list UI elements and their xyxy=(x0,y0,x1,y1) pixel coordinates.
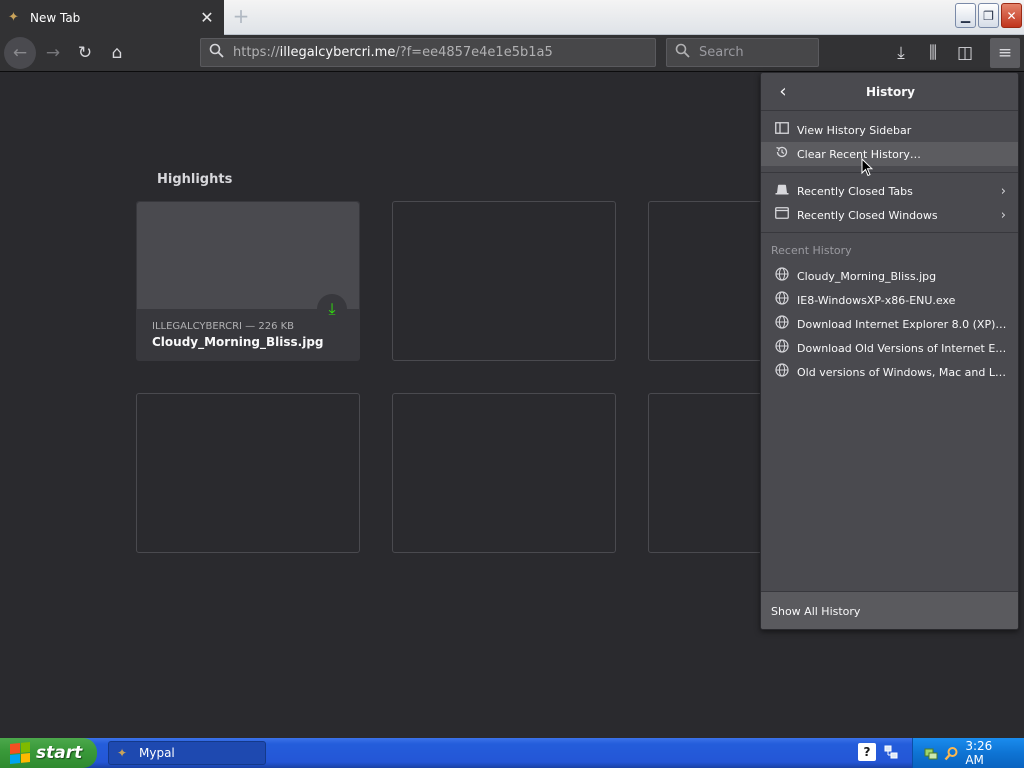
downloads-button[interactable]: ⤓ xyxy=(886,38,916,68)
recent-history-item[interactable]: Cloudy_Morning_Bliss.jpg xyxy=(761,264,1018,288)
search-icon xyxy=(209,43,227,62)
clear-recent-history-item[interactable]: Clear Recent History… xyxy=(761,142,1018,166)
item-label: Old versions of Windows, Mac and Linux S… xyxy=(797,365,1009,379)
globe-icon xyxy=(773,315,791,333)
help-icon[interactable]: ? xyxy=(858,743,876,761)
url-host: illegalcybercri.me xyxy=(279,45,396,60)
chevron-right-icon: › xyxy=(1000,183,1006,199)
tab-new-tab[interactable]: ✦ New Tab ✕ xyxy=(0,0,224,35)
highlights-heading: Highlights xyxy=(157,172,233,187)
windows-logo-icon xyxy=(10,741,30,765)
recent-history-item[interactable]: IE8-WindowsXP-x86-ENU.exe xyxy=(761,288,1018,312)
close-window-button[interactable]: ✕ xyxy=(1001,3,1022,28)
separator xyxy=(761,232,1018,233)
view-history-sidebar-item[interactable]: View History Sidebar xyxy=(761,118,1018,142)
forward-button[interactable]: → xyxy=(38,38,68,68)
window-icon xyxy=(773,207,791,223)
tab-icon xyxy=(773,184,791,199)
system-clock: 3:26 AM xyxy=(965,739,993,767)
network-status-icon[interactable] xyxy=(923,745,938,761)
card-thumbnail xyxy=(137,202,359,309)
url-path: /?f=ee4857e4e1e5b1a5 xyxy=(395,45,553,60)
search-icon xyxy=(675,43,693,62)
library-button[interactable]: ⫼ xyxy=(918,38,948,68)
globe-icon xyxy=(773,267,791,285)
item-label: IE8-WindowsXP-x86-ENU.exe xyxy=(797,293,956,307)
history-panel: ‹ History View History Sidebar Clear Rec… xyxy=(760,72,1019,630)
hamburger-menu-button[interactable]: ≡ xyxy=(990,38,1020,68)
search-placeholder: Search xyxy=(699,45,744,60)
new-tab-button[interactable]: + xyxy=(230,5,252,27)
separator xyxy=(761,172,1018,173)
history-clock-icon xyxy=(773,145,791,163)
mouse-cursor-icon xyxy=(861,158,873,177)
highlight-card-empty xyxy=(392,201,616,361)
panel-back-button[interactable]: ‹ xyxy=(773,81,793,103)
start-label: start xyxy=(36,743,83,763)
card-meta: ILLEGALCYBERCRI — 226 KB xyxy=(152,321,295,332)
globe-icon xyxy=(773,291,791,309)
search-icon[interactable] xyxy=(944,745,959,761)
recently-closed-tabs-item[interactable]: Recently Closed Tabs › xyxy=(761,179,1018,203)
item-label: Recently Closed Tabs xyxy=(797,184,913,198)
recent-history-item[interactable]: Download Internet Explorer 8.0 (XP) for … xyxy=(761,312,1018,336)
item-label: Recently Closed Windows xyxy=(797,208,938,222)
tab-close-icon[interactable]: ✕ xyxy=(198,8,216,27)
mypal-icon: ✦ xyxy=(117,746,128,760)
item-label: View History Sidebar xyxy=(797,123,912,137)
download-icon: ⤓ xyxy=(317,294,347,324)
url-prefix: https:// xyxy=(233,45,280,60)
item-label: Clear Recent History… xyxy=(797,147,921,161)
panel-header: ‹ History xyxy=(761,73,1018,111)
item-label: Download Internet Explorer 8.0 (XP) for … xyxy=(797,317,1009,331)
recent-history-label: Recent History xyxy=(771,244,852,257)
panel-title: History xyxy=(865,84,916,99)
card-filename: Cloudy_Morning_Bliss.jpg xyxy=(152,335,324,349)
navigation-toolbar: ← → ↻ ⌂ https:// illegalcybercri.me /?f=… xyxy=(0,35,1024,72)
url-bar[interactable]: https:// illegalcybercri.me /?f=ee4857e4… xyxy=(200,38,656,67)
maximize-button[interactable]: ❐ xyxy=(978,3,999,28)
recent-history-item[interactable]: Old versions of Windows, Mac and Linux S… xyxy=(761,360,1018,384)
quick-icons: ? xyxy=(858,743,900,761)
sidebar-toggle-button[interactable]: ◫ xyxy=(950,38,980,68)
chevron-right-icon: › xyxy=(1000,207,1006,223)
minimize-button[interactable]: ▁ xyxy=(955,3,976,28)
home-button[interactable]: ⌂ xyxy=(102,38,132,68)
globe-icon xyxy=(773,339,791,357)
globe-icon xyxy=(773,363,791,381)
item-label: Cloudy_Morning_Bliss.jpg xyxy=(797,269,937,283)
back-button[interactable]: ← xyxy=(4,37,36,69)
search-input[interactable]: Search xyxy=(666,38,819,67)
show-all-history-button[interactable]: Show All History xyxy=(761,591,1018,629)
tab-strip: ✦ New Tab ✕ + ▁ ❐ ✕ xyxy=(0,0,1024,35)
taskbar-item-mypal[interactable]: ✦ Mypal xyxy=(108,741,266,765)
start-button[interactable]: start xyxy=(0,738,97,768)
item-label: Download Old Versions of Internet Explor… xyxy=(797,341,1009,355)
highlight-card-download[interactable]: ⤓ ILLEGALCYBERCRI — 226 KB Cloudy_Mornin… xyxy=(136,201,360,361)
sidebar-icon xyxy=(773,122,791,138)
reload-button[interactable]: ↻ xyxy=(70,38,100,68)
mypal-icon: ✦ xyxy=(8,9,19,25)
recently-closed-windows-item[interactable]: Recently Closed Windows › xyxy=(761,203,1018,227)
system-tray: 3:26 AM xyxy=(912,738,1024,768)
highlight-card-empty xyxy=(392,393,616,553)
recent-history-item[interactable]: Download Old Versions of Internet Explor… xyxy=(761,336,1018,360)
taskbar: start ✦ Mypal ? 3:26 AM xyxy=(0,738,1024,768)
task-label: Mypal xyxy=(139,746,175,760)
highlight-card-empty xyxy=(136,393,360,553)
network-icon[interactable] xyxy=(882,743,900,761)
tab-title: New Tab xyxy=(30,10,81,25)
